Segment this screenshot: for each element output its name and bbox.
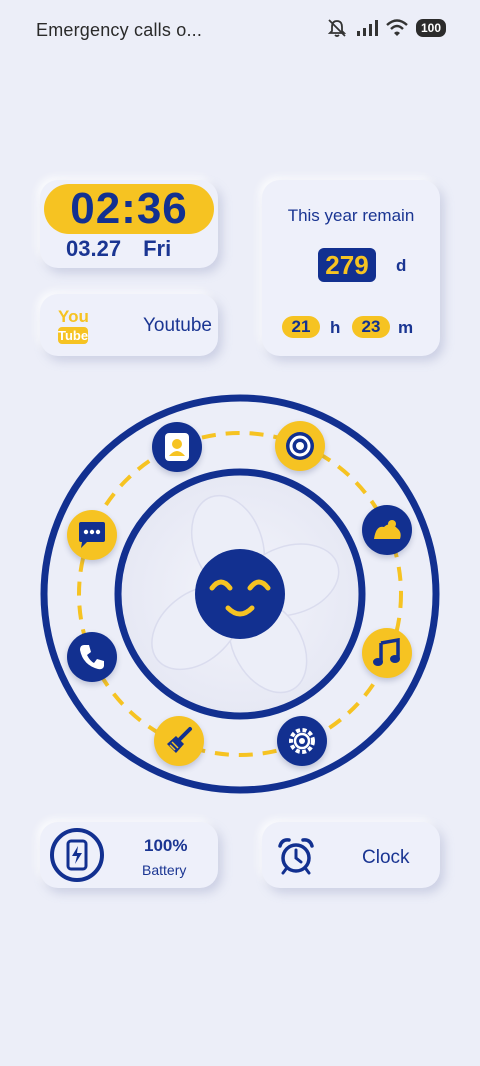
battery-widget[interactable]: 100% Battery bbox=[40, 822, 218, 888]
wheel-rings bbox=[40, 394, 440, 794]
phone-icon[interactable] bbox=[67, 632, 117, 682]
battery-indicator: 100 bbox=[415, 19, 446, 37]
battery-label: Battery bbox=[142, 862, 187, 878]
status-bar: Emergency calls o... 100 bbox=[0, 0, 480, 60]
status-text: Emergency calls o... bbox=[36, 20, 203, 40]
year-remain-widget[interactable]: This year remain 279 d 21 h 23 m bbox=[262, 180, 440, 356]
signal-icon bbox=[356, 20, 378, 36]
wifi-icon bbox=[386, 19, 408, 36]
contacts-icon[interactable] bbox=[152, 422, 202, 472]
minutes-remaining: 23 bbox=[352, 316, 390, 338]
clock-shortcut[interactable]: Clock bbox=[262, 822, 440, 888]
battery-charging-icon bbox=[50, 828, 104, 882]
gallery-icon[interactable] bbox=[362, 505, 412, 555]
date-text: 03.27 bbox=[66, 236, 122, 261]
year-remain-title: This year remain bbox=[287, 206, 415, 225]
app-wheel bbox=[40, 394, 440, 794]
music-icon[interactable] bbox=[362, 628, 412, 678]
mute-icon bbox=[327, 19, 347, 37]
youtube-icon: You Tube bbox=[58, 307, 89, 344]
messages-icon[interactable] bbox=[67, 510, 117, 560]
days-remaining: 279 bbox=[318, 248, 376, 282]
hours-unit: h bbox=[330, 318, 341, 337]
time-display: 02:36 bbox=[44, 184, 214, 234]
clock-widget[interactable]: 02:36 03.27 Fri bbox=[40, 180, 218, 268]
days-unit: d bbox=[396, 256, 407, 275]
battery-percent: 100% bbox=[144, 836, 188, 855]
youtube-label: Youtube bbox=[142, 315, 212, 336]
weekday-text: Fri bbox=[143, 236, 172, 261]
hours-remaining: 21 bbox=[282, 316, 320, 338]
minutes-unit: m bbox=[398, 318, 414, 337]
cleaner-icon[interactable] bbox=[154, 716, 204, 766]
clock-label: Clock bbox=[362, 847, 410, 868]
date-row: 03.27 Fri bbox=[66, 236, 193, 262]
settings-icon[interactable] bbox=[277, 716, 327, 766]
alarm-clock-icon bbox=[278, 838, 314, 875]
camera-icon[interactable] bbox=[275, 421, 325, 471]
status-icons: 100 bbox=[326, 18, 446, 38]
smiley-face-icon bbox=[195, 549, 285, 639]
youtube-shortcut[interactable]: You Tube Youtube bbox=[40, 294, 218, 356]
